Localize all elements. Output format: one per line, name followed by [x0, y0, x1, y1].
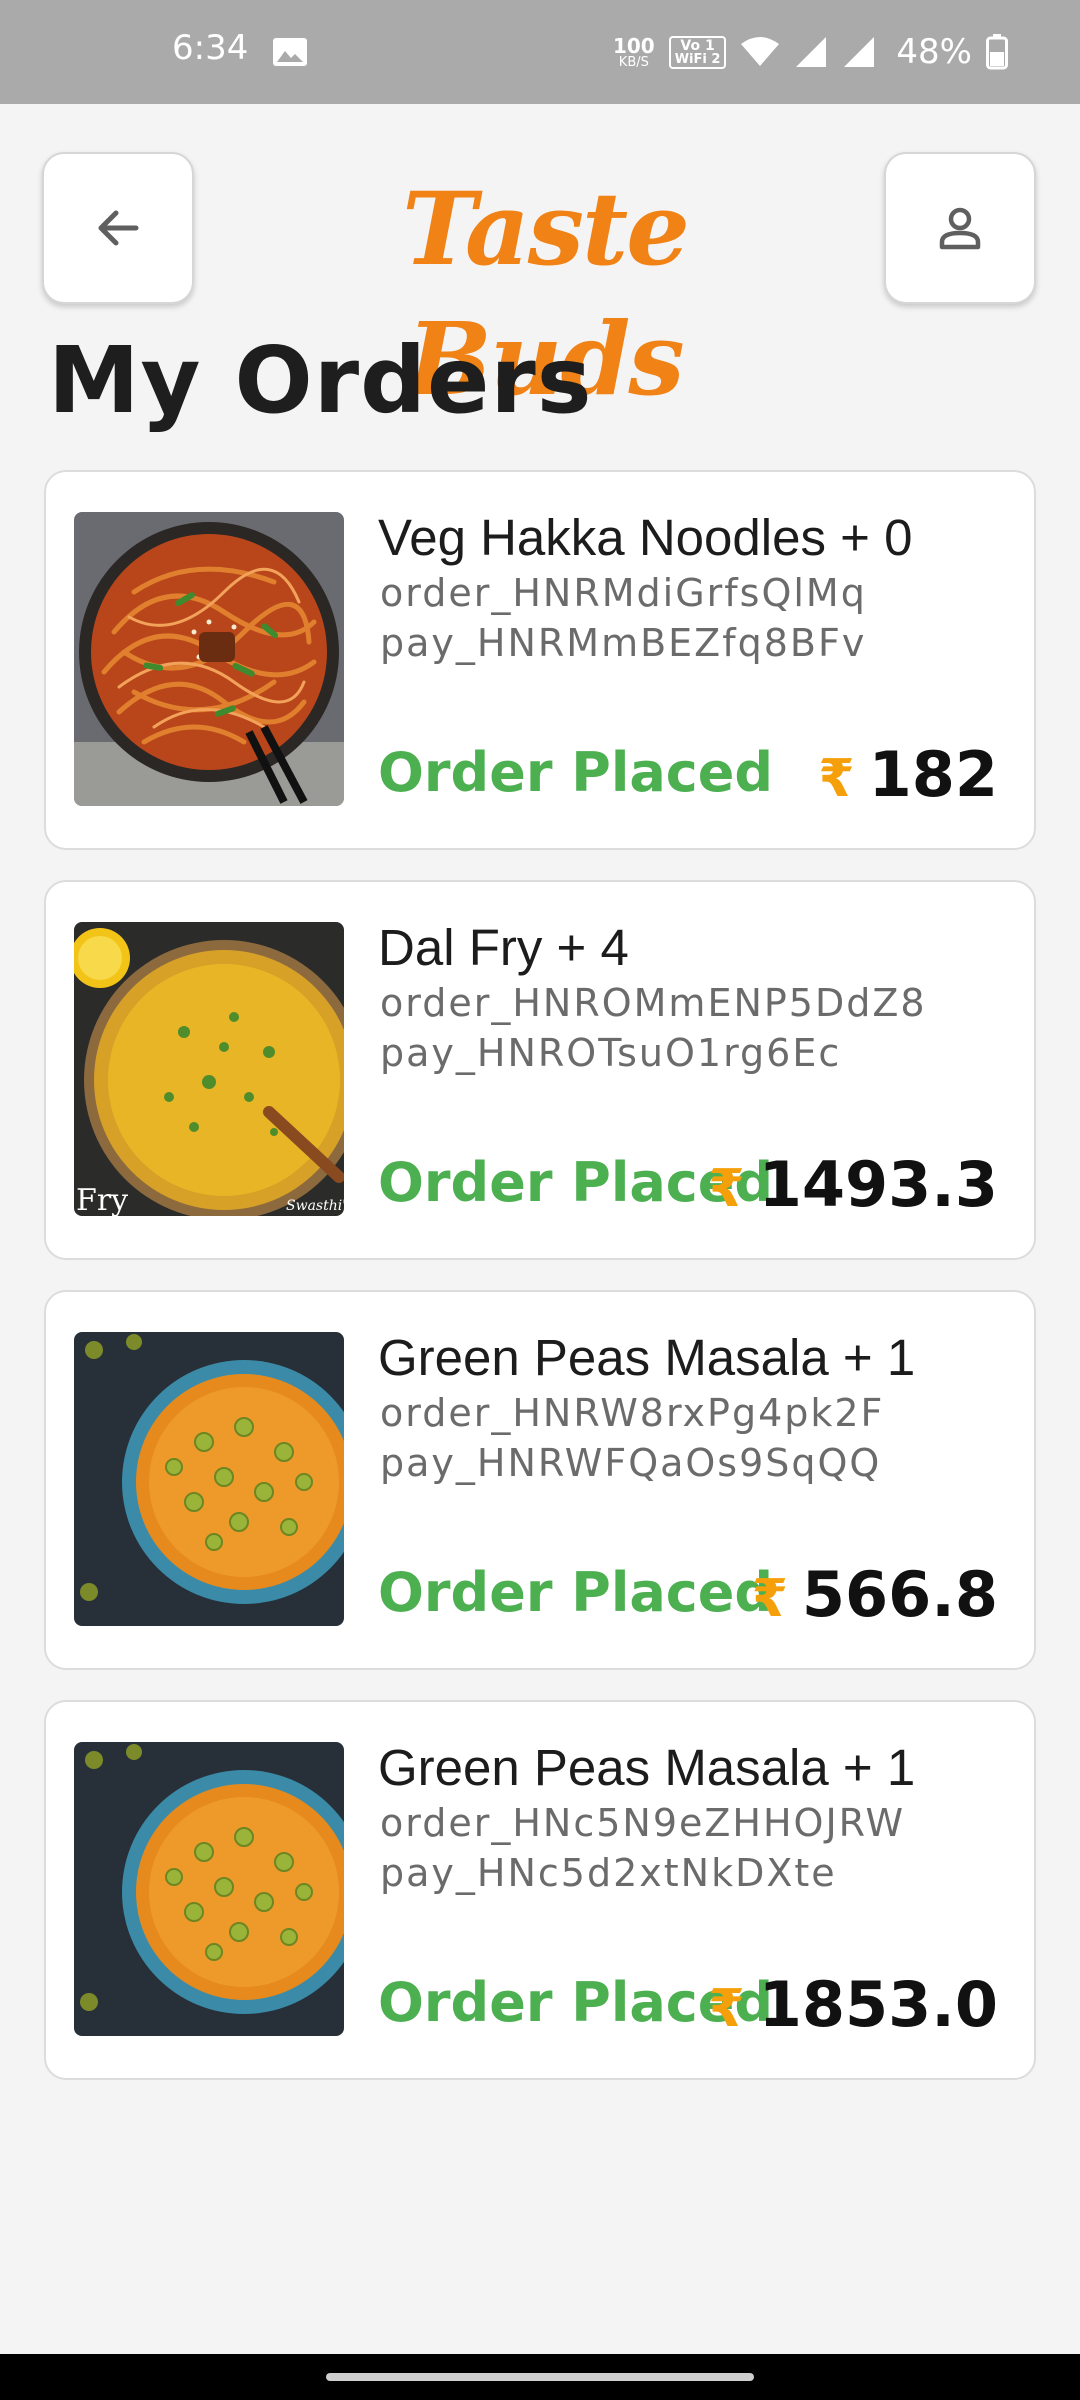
network-speed-unit: KB/S [618, 54, 649, 70]
rupee-icon: ₹ [708, 1159, 745, 1219]
order-card[interactable]: Fry Swasthi's Dal Fry + 4 order_HNROMmEN… [44, 880, 1036, 1260]
order-price: ₹ 1493.3 [709, 1148, 998, 1221]
order-image-peas [74, 1332, 344, 1626]
order-amount: 1853.0 [758, 1968, 998, 2041]
network-speed: 100 KB/S [613, 36, 655, 69]
payment-id: pay_HNRMmBEZfq8BFv [380, 621, 867, 665]
order-id: order_HNROMmENP5DdZ8 [380, 981, 927, 1025]
wifi-icon [740, 36, 780, 68]
status-bar: 6:34 100 KB/S Vo 1 WiFi 2 48% [0, 0, 1080, 104]
order-image-peas [74, 1742, 344, 2036]
battery-percent: 48% [896, 32, 972, 72]
order-item-title: Green Peas Masala + 1 [378, 1739, 916, 1796]
status-time: 6:34 [172, 28, 249, 68]
vowifi-top-label: Vo 1 [680, 37, 715, 54]
image-watermark: Swasthi's [286, 1198, 344, 1214]
order-item-title: Green Peas Masala + 1 [378, 1329, 916, 1386]
page-title: My Orders [48, 327, 593, 434]
signal-icon [794, 35, 828, 69]
order-card[interactable]: Veg Hakka Noodles + 0 order_HNRMdiGrfsQl… [44, 470, 1036, 850]
image-caption: Fry [76, 1183, 128, 1216]
order-id: order_HNRMdiGrfsQlMq [380, 571, 867, 615]
rupee-icon: ₹ [818, 749, 855, 809]
order-image-dal: Fry Swasthi's [74, 922, 344, 1216]
order-amount: 1493.3 [758, 1148, 998, 1221]
order-card[interactable]: Green Peas Masala + 1 order_HNc5N9eZHHOJ… [44, 1700, 1036, 2080]
orders-list: Veg Hakka Noodles + 0 order_HNRMdiGrfsQl… [44, 470, 1036, 2110]
order-amount: 566.8 [801, 1558, 998, 1631]
battery-icon [986, 34, 1008, 70]
rupee-icon: ₹ [751, 1569, 788, 1629]
payment-id: pay_HNRWFQaOs9SqQQ [380, 1441, 882, 1485]
profile-button[interactable] [884, 152, 1036, 304]
order-amount: 182 [868, 738, 998, 811]
order-image-noodles [74, 512, 344, 806]
order-price: ₹ 182 [818, 738, 998, 811]
signal-icon [842, 35, 876, 69]
payment-id: pay_HNROTsuO1rg6Ec [380, 1031, 842, 1075]
rupee-icon: ₹ [708, 1979, 745, 2039]
order-item-title: Veg Hakka Noodles + 0 [378, 509, 913, 566]
person-icon [939, 207, 981, 250]
order-price: ₹ 1853.0 [709, 1968, 998, 2041]
order-price: ₹ 566.8 [752, 1558, 998, 1631]
order-status: Order Placed [378, 1561, 774, 1624]
photo-icon [272, 37, 308, 67]
back-button[interactable] [42, 152, 194, 304]
app-brand-logo: Taste Buds [402, 170, 690, 418]
status-icons: 100 KB/S Vo 1 WiFi 2 48% [613, 32, 1008, 72]
order-id: order_HNc5N9eZHHOJRW [380, 1801, 906, 1845]
order-card[interactable]: Green Peas Masala + 1 order_HNRW8rxPg4pk… [44, 1290, 1036, 1670]
payment-id: pay_HNc5d2xtNkDXte [380, 1851, 837, 1895]
order-status: Order Placed [378, 741, 774, 804]
order-id: order_HNRW8rxPg4pk2F [380, 1391, 885, 1435]
app-header: Taste Buds [0, 104, 1080, 418]
home-gesture-handle[interactable] [326, 2373, 754, 2381]
network-speed-value: 100 [612, 33, 655, 58]
vowifi-icon: Vo 1 WiFi 2 [668, 35, 727, 69]
system-nav-bar [0, 2354, 1080, 2400]
order-item-title: Dal Fry + 4 [378, 919, 629, 976]
vowifi-bottom-label: WiFi 2 [674, 51, 721, 67]
arrow-left-icon [98, 210, 139, 246]
